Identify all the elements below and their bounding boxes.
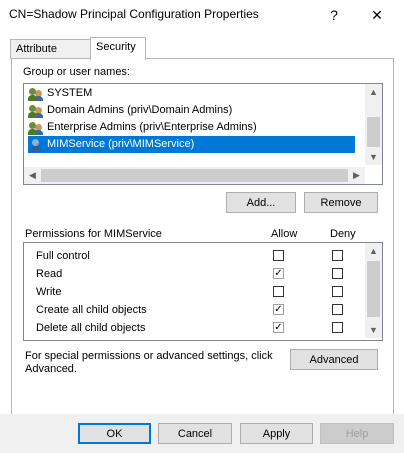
allow-header: Allow — [271, 228, 298, 240]
scroll-up-icon[interactable]: ▲ — [365, 246, 382, 256]
user-list[interactable]: SYSTEM Domain Admins (priv\Domain Admins… — [23, 83, 383, 185]
allow-checkbox[interactable] — [273, 250, 284, 261]
scroll-thumb[interactable] — [367, 261, 380, 317]
allow-checkbox[interactable]: ✓ — [273, 268, 284, 279]
allow-checkbox[interactable]: ✓ — [273, 322, 284, 333]
permission-name: Read — [36, 268, 63, 280]
deny-header: Deny — [330, 228, 356, 240]
permission-row-write: Write — [24, 284, 365, 302]
special-permissions-text-advanced: Advanced. — [25, 363, 77, 375]
group-or-user-names-label: Group or user names: — [23, 66, 130, 78]
allow-checkbox[interactable]: ✓ — [273, 304, 284, 315]
scroll-right-icon[interactable]: ▶ — [348, 170, 365, 181]
scroll-thumb[interactable] — [41, 169, 348, 182]
permission-row-delete-all-child-objects: Delete all child objects ✓ — [24, 320, 365, 338]
permission-name: Write — [36, 286, 62, 298]
deny-checkbox[interactable] — [332, 286, 343, 297]
scroll-thumb[interactable] — [367, 117, 380, 147]
deny-checkbox[interactable] — [332, 304, 343, 315]
user-list-horizontal-scrollbar[interactable]: ◀ ▶ — [24, 167, 365, 184]
scroll-up-icon[interactable]: ▲ — [365, 87, 382, 97]
permissions-vertical-scrollbar[interactable]: ▲ ▼ — [365, 243, 382, 338]
help-button[interactable]: Help — [320, 423, 394, 444]
user-list-vertical-scrollbar[interactable]: ▲ ▼ — [365, 84, 382, 165]
apply-button[interactable]: Apply — [240, 423, 313, 444]
window-title: CN=Shadow Principal Configuration Proper… — [9, 7, 259, 21]
permission-name: Full control — [36, 250, 90, 262]
user-name: Domain Admins (priv\Domain Admins) — [47, 104, 233, 116]
user-name: SYSTEM — [47, 87, 93, 99]
permission-row-read: Read ✓ — [24, 266, 365, 284]
cancel-button[interactable]: Cancel — [158, 423, 232, 444]
tab-attribute-editor[interactable]: Attribute Editor — [10, 39, 92, 73]
permission-name: Create all child objects — [36, 304, 147, 316]
scroll-down-icon[interactable]: ▼ — [365, 325, 382, 335]
scroll-down-icon[interactable]: ▼ — [365, 152, 382, 162]
help-icon[interactable]: ? — [323, 5, 345, 25]
permission-name: Delete all child objects — [36, 322, 146, 334]
user-name: MIMService (priv\MIMService) — [47, 138, 195, 150]
user-icon — [28, 138, 44, 152]
list-item-mimservice[interactable]: MIMService (priv\MIMService) — [28, 136, 355, 153]
user-name: Enterprise Admins (priv\Enterprise Admin… — [47, 121, 257, 133]
list-item-domain-admins[interactable]: Domain Admins (priv\Domain Admins) — [28, 102, 232, 119]
deny-checkbox[interactable] — [332, 322, 343, 333]
group-users-icon — [28, 121, 44, 135]
allow-checkbox[interactable] — [273, 286, 284, 297]
deny-checkbox[interactable] — [332, 268, 343, 279]
permission-row-full-control: Full control — [24, 248, 365, 266]
permissions-list[interactable]: Full control Read ✓ Write Create all chi… — [23, 242, 383, 341]
list-item-enterprise-admins[interactable]: Enterprise Admins (priv\Enterprise Admin… — [28, 119, 257, 136]
tab-security[interactable]: Security — [90, 37, 146, 60]
title-bar: CN=Shadow Principal Configuration Proper… — [0, 0, 404, 30]
list-item-system[interactable]: SYSTEM — [28, 85, 92, 102]
scroll-left-icon[interactable]: ◀ — [24, 170, 41, 181]
group-users-icon — [28, 87, 44, 101]
close-icon[interactable]: ✕ — [366, 5, 388, 25]
add-button[interactable]: Add... — [226, 192, 296, 213]
permissions-for-label: Permissions for MIMService — [25, 228, 162, 240]
remove-button[interactable]: Remove — [304, 192, 378, 213]
deny-checkbox[interactable] — [332, 250, 343, 261]
dialog-footer: OK Cancel Apply Help — [0, 414, 404, 453]
advanced-button[interactable]: Advanced — [290, 349, 378, 370]
special-permissions-text: For special permissions or advanced sett… — [25, 350, 273, 362]
group-users-icon — [28, 104, 44, 118]
permission-row-create-all-child-objects: Create all child objects ✓ — [24, 302, 365, 320]
ok-button[interactable]: OK — [78, 423, 151, 444]
